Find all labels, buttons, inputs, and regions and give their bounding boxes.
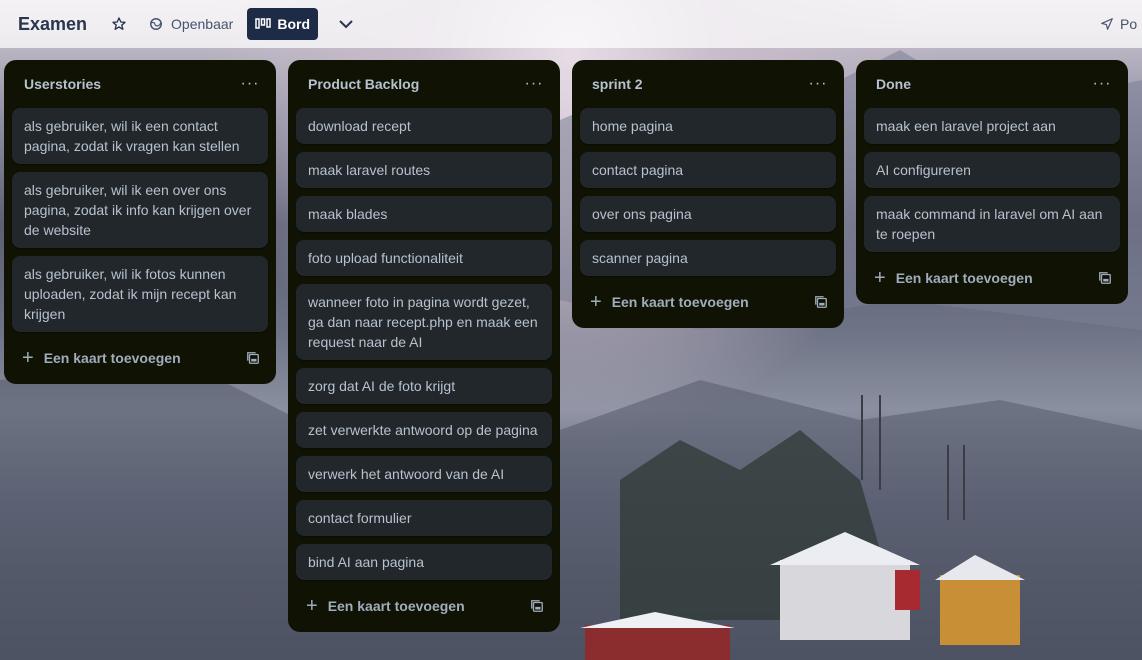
card-list: home pagina contact pagina over ons pagi… xyxy=(580,108,836,276)
list-userstories: Userstories ··· als gebruiker, wil ik ee… xyxy=(4,60,276,384)
card[interactable]: als gebruiker, wil ik fotos kunnen uploa… xyxy=(12,256,268,332)
card[interactable]: over ons pagina xyxy=(580,196,836,232)
board-view-label: Bord xyxy=(277,16,310,32)
add-card-row: + Een kaart toevoegen xyxy=(12,340,268,376)
globe-icon xyxy=(149,17,163,31)
view-switcher-button[interactable] xyxy=(324,8,368,40)
card[interactable]: home pagina xyxy=(580,108,836,144)
card[interactable]: als gebruiker, wil ik een contact pagina… xyxy=(12,108,268,164)
share-label: Po xyxy=(1120,16,1138,32)
plus-icon: + xyxy=(874,267,886,289)
list-menu-button[interactable]: ··· xyxy=(520,70,548,98)
plus-icon: + xyxy=(22,347,34,369)
list-title[interactable]: Product Backlog xyxy=(308,76,419,92)
card[interactable]: als gebruiker, wil ik een over ons pagin… xyxy=(12,172,268,248)
list-product-backlog: Product Backlog ··· download recept maak… xyxy=(288,60,560,632)
card-list: als gebruiker, wil ik een contact pagina… xyxy=(12,108,268,332)
add-card-label: Een kaart toevoegen xyxy=(327,598,465,614)
add-card-label: Een kaart toevoegen xyxy=(895,270,1033,286)
list-menu-button[interactable]: ··· xyxy=(804,70,832,98)
send-icon xyxy=(1100,17,1120,31)
list-menu-button[interactable]: ··· xyxy=(1088,70,1116,98)
plus-icon: + xyxy=(590,291,602,313)
list-done: Done ··· maak een laravel project aan AI… xyxy=(856,60,1128,304)
card-template-icon[interactable] xyxy=(814,295,828,309)
list-title[interactable]: Userstories xyxy=(24,76,101,92)
list-title[interactable]: Done xyxy=(876,76,911,92)
card[interactable]: maak een laravel project aan xyxy=(864,108,1120,144)
card[interactable]: foto upload functionaliteit xyxy=(296,240,552,276)
card[interactable]: wanneer foto in pagina wordt gezet, ga d… xyxy=(296,284,552,360)
add-card-row: + Een kaart toevoegen xyxy=(580,284,836,320)
card-template-icon[interactable] xyxy=(1098,271,1112,285)
card[interactable]: scanner pagina xyxy=(580,240,836,276)
card[interactable]: download recept xyxy=(296,108,552,144)
add-card-button[interactable]: + Een kaart toevoegen xyxy=(874,268,1033,288)
add-card-button[interactable]: + Een kaart toevoegen xyxy=(22,348,181,368)
list-title[interactable]: sprint 2 xyxy=(592,76,643,92)
plus-icon: + xyxy=(306,595,318,617)
list-header: Product Backlog ··· xyxy=(296,60,552,108)
add-card-label: Een kaart toevoegen xyxy=(611,294,749,310)
card-template-icon[interactable] xyxy=(530,599,544,613)
card[interactable]: zet verwerkte antwoord op de pagina xyxy=(296,412,552,448)
add-card-label: Een kaart toevoegen xyxy=(43,350,181,366)
list-menu-button[interactable]: ··· xyxy=(236,70,264,98)
card[interactable]: maak laravel routes xyxy=(296,152,552,188)
board-header: Examen Openbaar Bord Po xyxy=(0,0,1142,48)
list-header: Done ··· xyxy=(864,60,1120,108)
chevron-down-icon xyxy=(338,19,354,29)
card[interactable]: AI configureren xyxy=(864,152,1120,188)
card[interactable]: maak blades xyxy=(296,196,552,232)
list-header: Userstories ··· xyxy=(12,60,268,108)
card[interactable]: zorg dat AI de foto krijgt xyxy=(296,368,552,404)
card[interactable]: verwerk het antwoord van de AI xyxy=(296,456,552,492)
visibility-label: Openbaar xyxy=(171,16,234,32)
board-view-button[interactable]: Bord xyxy=(247,8,318,40)
visibility-button[interactable]: Openbaar xyxy=(141,8,241,40)
card[interactable]: contact pagina xyxy=(580,152,836,188)
add-card-row: + Een kaart toevoegen xyxy=(864,260,1120,296)
share-button[interactable]: Po xyxy=(1100,8,1137,40)
list-header: sprint 2 ··· xyxy=(580,60,836,108)
list-sprint-2: sprint 2 ··· home pagina contact pagina … xyxy=(572,60,844,328)
board-icon xyxy=(255,18,277,30)
board-title[interactable]: Examen xyxy=(18,14,87,35)
card-template-icon[interactable] xyxy=(246,351,260,365)
add-card-button[interactable]: + Een kaart toevoegen xyxy=(590,292,749,312)
card[interactable]: contact formulier xyxy=(296,500,552,536)
card-list: download recept maak laravel routes maak… xyxy=(296,108,552,580)
card[interactable]: maak command in laravel om AI aan te roe… xyxy=(864,196,1120,252)
star-icon[interactable] xyxy=(107,16,131,32)
add-card-row: + Een kaart toevoegen xyxy=(296,588,552,624)
card[interactable]: bind AI aan pagina xyxy=(296,544,552,580)
card-list: maak een laravel project aan AI configur… xyxy=(864,108,1120,252)
add-card-button[interactable]: + Een kaart toevoegen xyxy=(306,596,465,616)
